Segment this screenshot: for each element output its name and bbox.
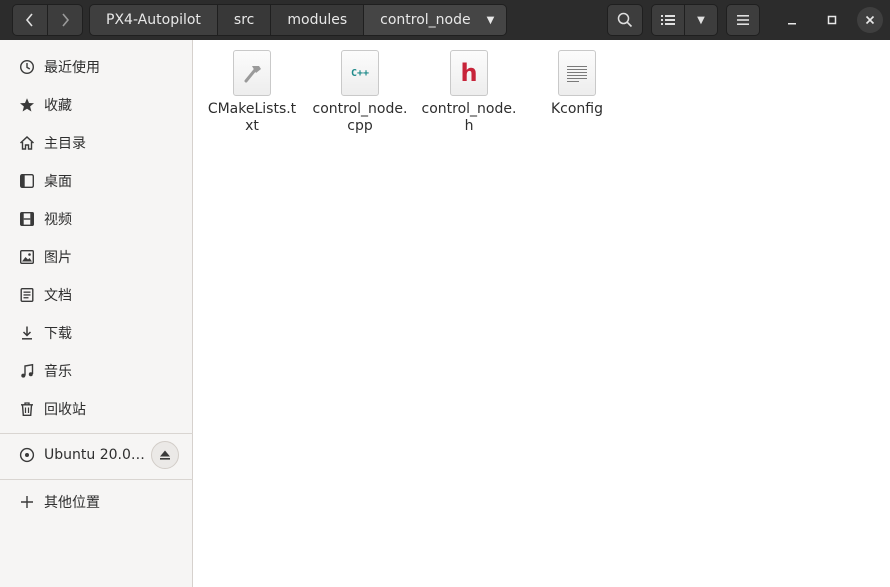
- file-grid: CMakeLists.txt C++ control_node.cpp h co…: [194, 40, 890, 587]
- home-icon: [16, 135, 38, 151]
- sidebar-divider: [0, 479, 193, 480]
- search-button[interactable]: [607, 4, 643, 36]
- picture-icon: [16, 249, 38, 265]
- file-name: control_node.cpp: [312, 101, 408, 134]
- sidebar-item-label: Ubuntu 20.0…: [44, 447, 145, 463]
- cmake-text-file-icon: [233, 50, 271, 96]
- cpp-file-icon: C++: [341, 50, 379, 96]
- search-icon: [617, 12, 633, 28]
- breadcrumb-item-src[interactable]: src: [217, 4, 272, 36]
- chevron-left-icon: [25, 13, 33, 27]
- sidebar-item-label: 下载: [44, 326, 72, 342]
- breadcrumb-current-label: control_node: [380, 12, 471, 28]
- sidebar-item-music[interactable]: 音乐: [8, 354, 192, 388]
- maximize-button[interactable]: [820, 8, 844, 32]
- minimize-icon: [788, 23, 796, 25]
- caret-down-icon: ▼: [486, 14, 495, 26]
- desktop-icon: [16, 173, 38, 189]
- minimize-button[interactable]: [780, 8, 804, 32]
- sidebar-divider: [0, 433, 193, 434]
- sidebar-item-pictures[interactable]: 图片: [8, 240, 192, 274]
- sidebar-item-label: 图片: [44, 250, 72, 266]
- view-options-button[interactable]: ▼: [684, 4, 718, 36]
- breadcrumb-item-px4-autopilot[interactable]: PX4-Autopilot: [89, 4, 218, 36]
- file-item-control-node-cpp[interactable]: C++ control_node.cpp: [310, 50, 410, 135]
- eject-icon: [160, 450, 170, 460]
- breadcrumb-item-current[interactable]: control_node ▼: [364, 4, 508, 36]
- file-item-kconfig[interactable]: Kconfig: [527, 50, 627, 118]
- text-file-icon: [558, 50, 596, 96]
- sidebar: 最近使用 收藏 主目录 桌面 视频 图片 文档 下载 音乐 回收站 Ubuntu…: [0, 40, 193, 587]
- maximize-icon: [827, 15, 837, 25]
- sidebar-item-label: 回收站: [44, 402, 86, 418]
- sidebar-item-label: 主目录: [44, 136, 86, 152]
- back-button[interactable]: [12, 4, 48, 36]
- plus-icon: [16, 494, 38, 510]
- sidebar-item-other-locations[interactable]: 其他位置: [8, 485, 192, 519]
- sidebar-item-home[interactable]: 主目录: [8, 126, 192, 160]
- list-view-icon: [661, 15, 675, 25]
- trash-icon: [16, 401, 38, 417]
- sidebar-item-desktop[interactable]: 桌面: [8, 164, 192, 198]
- header-file-icon: h: [450, 50, 488, 96]
- file-name: control_node.h: [421, 101, 517, 134]
- main-menu-button[interactable]: [726, 4, 760, 36]
- sidebar-item-label: 最近使用: [44, 60, 100, 76]
- sidebar-item-documents[interactable]: 文档: [8, 278, 192, 312]
- file-name: Kconfig: [550, 101, 604, 117]
- hamburger-menu-icon: [737, 15, 749, 25]
- download-icon: [16, 325, 38, 341]
- close-icon: [865, 15, 875, 25]
- sidebar-item-trash[interactable]: 回收站: [8, 392, 192, 426]
- file-icon-label: C++: [350, 67, 370, 79]
- file-icon-label: h: [460, 59, 478, 87]
- close-button[interactable]: [857, 7, 883, 33]
- header-bar: PX4-Autopilot src modules control_node ▼…: [0, 0, 890, 40]
- sidebar-item-label: 收藏: [44, 98, 72, 114]
- breadcrumb: PX4-Autopilot src modules control_node ▼: [89, 4, 508, 36]
- document-icon: [16, 287, 38, 303]
- file-name: CMakeLists.txt: [207, 101, 297, 134]
- star-icon: [16, 97, 38, 113]
- caret-down-icon: ▼: [697, 14, 705, 26]
- forward-button[interactable]: [47, 4, 83, 36]
- sidebar-item-label: 视频: [44, 212, 72, 228]
- video-icon: [16, 211, 38, 227]
- sidebar-item-label: 文档: [44, 288, 72, 304]
- file-item-control-node-h[interactable]: h control_node.h: [419, 50, 519, 135]
- sidebar-item-videos[interactable]: 视频: [8, 202, 192, 236]
- disc-icon: [16, 447, 38, 463]
- list-view-button[interactable]: [651, 4, 685, 36]
- sidebar-item-starred[interactable]: 收藏: [8, 88, 192, 122]
- sidebar-item-label: 其他位置: [44, 495, 100, 511]
- sidebar-item-label: 音乐: [44, 364, 72, 380]
- sidebar-item-recent[interactable]: 最近使用: [8, 50, 192, 84]
- chevron-right-icon: [62, 13, 70, 27]
- sidebar-item-label: 桌面: [44, 174, 72, 190]
- breadcrumb-item-modules[interactable]: modules: [271, 4, 365, 36]
- clock-icon: [16, 59, 38, 75]
- file-item-cmakelists[interactable]: CMakeLists.txt: [202, 50, 302, 135]
- music-icon: [16, 363, 38, 379]
- eject-button[interactable]: [151, 441, 179, 469]
- sidebar-item-downloads[interactable]: 下载: [8, 316, 192, 350]
